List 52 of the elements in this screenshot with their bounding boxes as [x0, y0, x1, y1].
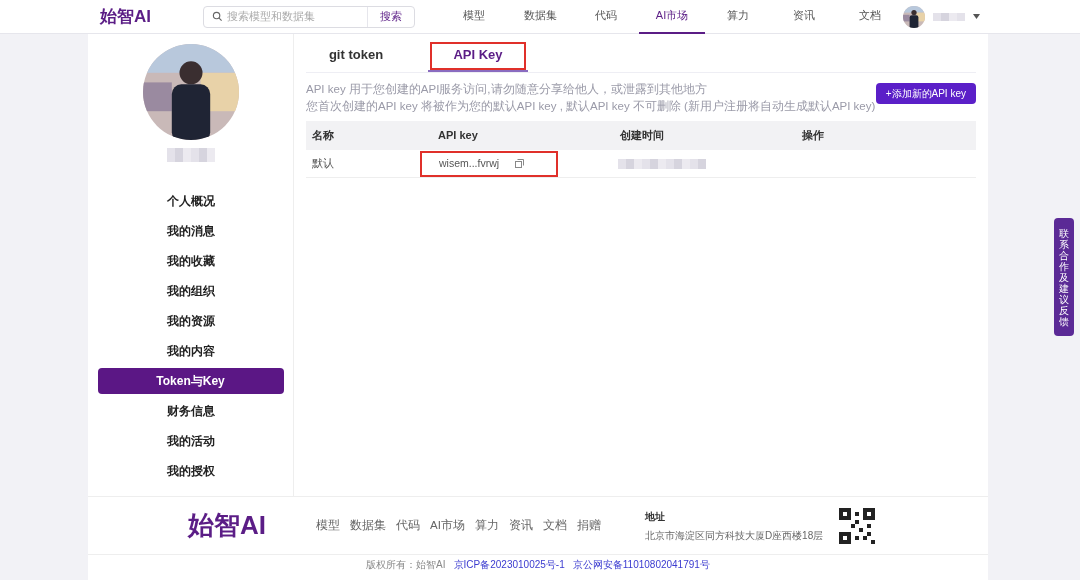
blurred-text: [166, 148, 215, 162]
footer-link[interactable]: 文档: [542, 516, 567, 535]
address-text: 北京市海淀区同方科技大厦D座西楼18层: [644, 528, 824, 543]
column-header: 创建时间: [619, 128, 665, 144]
qr-code-icon: [839, 507, 876, 544]
caret-icon[interactable]: [973, 14, 980, 19]
column-header: 操作: [801, 128, 825, 144]
footer-link[interactable]: 捐赠: [576, 516, 601, 535]
blurred-text: [933, 12, 965, 21]
sidebar-item[interactable]: 我的组织: [97, 278, 284, 304]
footer-link[interactable]: AI市场: [430, 516, 465, 535]
notice-text: 您首次创建的API key 将被作为您的默认API key , 默认API key 不可删除 (新用户注册将自动生成默认API key): [306, 99, 876, 114]
search-field[interactable]: 搜索模型和数据集 搜索: [203, 5, 415, 28]
address-label: 地址: [644, 509, 666, 524]
nav-link[interactable]: 资讯: [771, 0, 837, 34]
nav-link[interactable]: 代码: [573, 0, 639, 34]
copy-icon[interactable]: [515, 159, 525, 168]
police-link[interactable]: 京公网安备11010802041791号: [572, 556, 710, 572]
sidebar-item[interactable]: 个人概况: [97, 188, 284, 214]
sidebar-item[interactable]: 我的资源: [97, 308, 284, 334]
nav-link[interactable]: 算力: [705, 0, 771, 34]
tab[interactable]: API Key: [428, 40, 528, 72]
footer-link[interactable]: 数据集: [350, 516, 386, 535]
footer-link[interactable]: 算力: [474, 516, 499, 535]
icp-link[interactable]: 京ICP备2023010025号-1: [453, 556, 565, 572]
nav-link[interactable]: 文档: [837, 0, 903, 34]
api-key-text: wisem...fvrwj: [439, 155, 500, 171]
sidebar-item[interactable]: 我的消息: [97, 218, 284, 244]
logo[interactable]: 始智AI: [100, 3, 151, 30]
sidebar-item[interactable]: 我的内容: [97, 338, 284, 364]
notice-text: API key 用于您创建的API服务访问,请勿随意分享给他人，或泄露到其他地方: [306, 82, 708, 97]
copyright-text: 版权所有：始智AI: [366, 557, 446, 572]
column-header: 名称: [311, 128, 335, 144]
column-header: API key: [437, 128, 479, 144]
nav-link[interactable]: 模型: [441, 0, 507, 34]
sidebar-item[interactable]: 我的活动: [97, 428, 284, 454]
footer-link[interactable]: 代码: [396, 516, 420, 535]
footer-link[interactable]: 模型: [316, 516, 340, 535]
sidebar-item[interactable]: 我的授权: [97, 458, 284, 484]
sidebar-item[interactable]: 财务信息: [97, 398, 284, 424]
nav-link[interactable]: 数据集: [507, 0, 573, 34]
search-icon: [212, 11, 223, 22]
tab[interactable]: git token: [306, 40, 406, 72]
sidebar-item[interactable]: 我的收藏: [97, 248, 284, 274]
search-input[interactable]: 搜索模型和数据集: [227, 8, 367, 25]
sidebar-item[interactable]: Token与Key: [97, 368, 284, 394]
footer-link[interactable]: 资讯: [508, 516, 533, 535]
search-button[interactable]: 搜索: [367, 6, 414, 27]
add-api-key-button[interactable]: +添加新的API key: [875, 83, 976, 104]
feedback-tab[interactable]: 联系合作及建议反馈: [1054, 218, 1074, 336]
logo[interactable]: 始智AI: [188, 506, 266, 545]
table-cell-text: 默认: [311, 155, 335, 171]
